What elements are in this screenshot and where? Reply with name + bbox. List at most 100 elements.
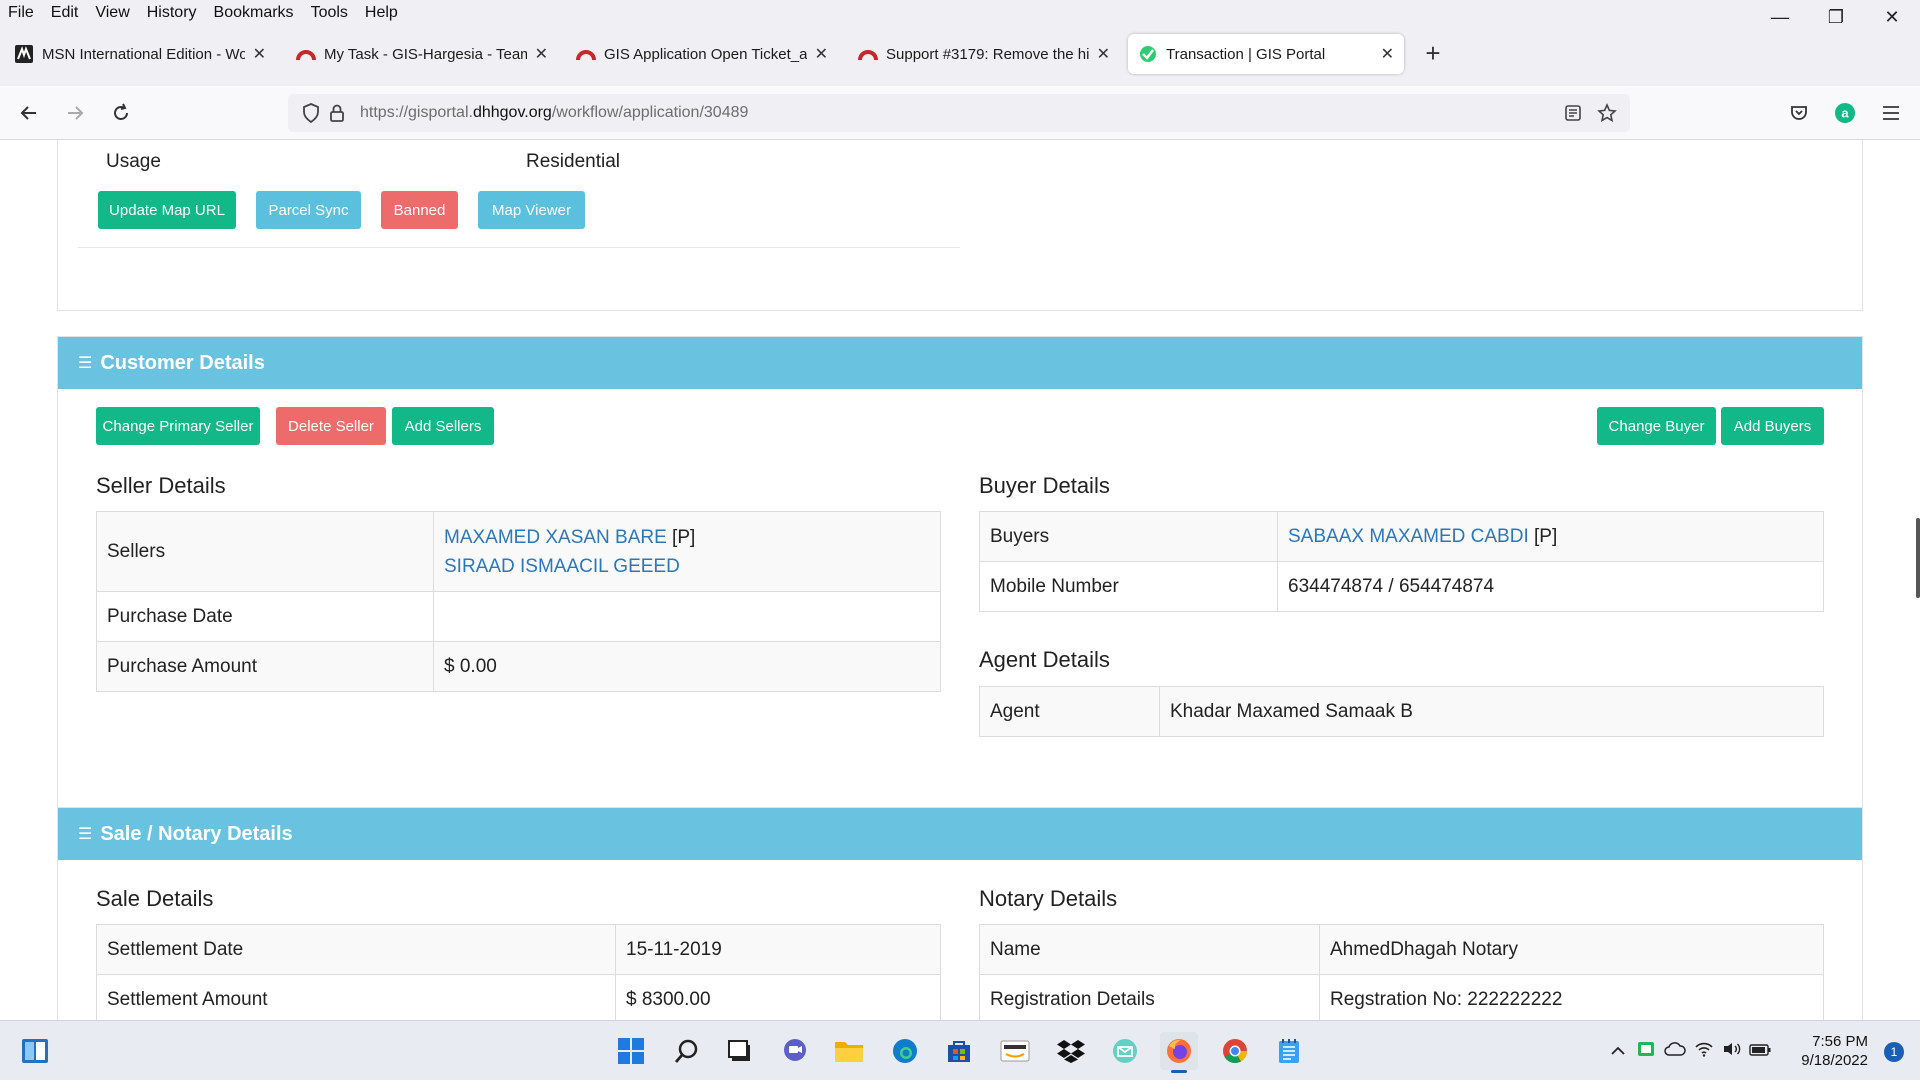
menu-bar: File Edit View History Bookmarks Tools H… bbox=[0, 0, 1920, 26]
volume-icon[interactable] bbox=[1718, 1041, 1746, 1061]
parcel-sync-button[interactable]: Parcel Sync bbox=[256, 191, 361, 229]
account-button[interactable]: a bbox=[1830, 98, 1860, 128]
change-buyer-button[interactable]: Change Buyer bbox=[1597, 407, 1716, 445]
folder-icon bbox=[835, 1042, 863, 1062]
notary-details-title: Notary Details bbox=[979, 886, 1118, 911]
store-button[interactable] bbox=[940, 1032, 978, 1070]
new-tab-button[interactable]: + bbox=[1418, 38, 1448, 69]
tab-title: My Task - GIS-Hargesia - Teams bbox=[324, 45, 527, 63]
reload-button[interactable] bbox=[106, 98, 136, 128]
forward-button[interactable] bbox=[60, 98, 90, 128]
sale-notary-card: ☰ Sale / Notary Details Sale Details Set… bbox=[57, 807, 1863, 1020]
change-primary-seller-button[interactable]: Change Primary Seller bbox=[96, 407, 260, 445]
update-map-url-button[interactable]: Update Map URL bbox=[98, 191, 236, 229]
close-tab-icon[interactable]: ✕ bbox=[1097, 44, 1110, 64]
tab-support[interactable]: Support #3179: Remove the hig ✕ bbox=[848, 34, 1120, 74]
search-button[interactable] bbox=[668, 1032, 706, 1070]
seller-link[interactable]: MAXAMED XASAN BARE bbox=[444, 527, 667, 548]
file-explorer-button[interactable] bbox=[830, 1032, 868, 1070]
cloud-icon[interactable] bbox=[1660, 1042, 1690, 1060]
banned-button[interactable]: Banned bbox=[381, 191, 458, 229]
widgets-button[interactable] bbox=[16, 1032, 54, 1070]
usage-value: Residential bbox=[526, 151, 620, 172]
sale-notary-header: ☰ Sale / Notary Details bbox=[58, 808, 1862, 860]
system-tray bbox=[1604, 1021, 1774, 1080]
lock-icon[interactable] bbox=[324, 100, 350, 126]
close-tab-icon[interactable]: ✕ bbox=[1381, 44, 1394, 64]
close-tab-icon[interactable]: ✕ bbox=[815, 44, 828, 64]
menu-view[interactable]: View bbox=[87, 4, 138, 22]
menu-file[interactable]: File bbox=[0, 4, 43, 22]
menu-edit[interactable]: Edit bbox=[43, 4, 88, 22]
purchase-date-value bbox=[433, 591, 941, 642]
back-button[interactable] bbox=[14, 98, 44, 128]
teams-chat-button[interactable] bbox=[776, 1032, 814, 1070]
mobile-number-label: Mobile Number bbox=[979, 561, 1278, 612]
tab-title: Support #3179: Remove the hig bbox=[886, 45, 1089, 63]
close-tab-icon[interactable]: ✕ bbox=[253, 44, 266, 64]
table-row: Purchase Date bbox=[96, 591, 941, 642]
delete-seller-button[interactable]: Delete Seller bbox=[276, 407, 386, 445]
tab-strip: MSN International Edition - Wor ✕ My Tas… bbox=[0, 26, 1920, 86]
notepad-icon bbox=[1279, 1039, 1299, 1063]
close-tab-icon[interactable]: ✕ bbox=[535, 44, 548, 64]
purchase-amount-value: $ 0.00 bbox=[433, 641, 941, 692]
registration-details-value: Regstration No: 222222222 bbox=[1319, 974, 1824, 1020]
settlement-date-label: Settlement Date bbox=[96, 924, 616, 975]
add-sellers-button[interactable]: Add Sellers bbox=[392, 407, 494, 445]
bookmark-star-icon[interactable] bbox=[1594, 100, 1620, 126]
store-icon bbox=[948, 1041, 970, 1062]
tab-my-task[interactable]: My Task - GIS-Hargesia - Teams ✕ bbox=[286, 34, 558, 74]
list-icon: ☰ bbox=[78, 826, 93, 843]
dropbox-button[interactable] bbox=[1052, 1032, 1090, 1070]
wifi-icon[interactable] bbox=[1690, 1041, 1718, 1061]
url-bar[interactable]: https://gisportal.dhhgov.org/workflow/ap… bbox=[288, 94, 1630, 132]
start-button[interactable] bbox=[612, 1032, 650, 1070]
url-text[interactable]: https://gisportal.dhhgov.org/workflow/ap… bbox=[360, 104, 748, 122]
clock[interactable]: 7:56 PM 9/18/2022 bbox=[1801, 1032, 1868, 1070]
buyers-value: SABAAX MAXAMED CABDI [P] bbox=[1277, 511, 1824, 562]
map-viewer-button[interactable]: Map Viewer bbox=[478, 191, 585, 229]
page-scrollbar[interactable] bbox=[1916, 518, 1920, 598]
purchase-amount-label: Purchase Amount bbox=[96, 641, 434, 692]
reader-view-icon[interactable] bbox=[1560, 100, 1586, 126]
chevron-up-icon[interactable] bbox=[1604, 1043, 1632, 1060]
firefox-button[interactable] bbox=[1160, 1032, 1198, 1073]
settlement-amount-value: $ 8300.00 bbox=[615, 974, 941, 1020]
menu-help[interactable]: Help bbox=[357, 4, 407, 22]
table-row: Settlement Amount $ 8300.00 bbox=[96, 974, 941, 1020]
menu-bookmarks[interactable]: Bookmarks bbox=[206, 4, 303, 22]
menu-history[interactable]: History bbox=[139, 4, 206, 22]
table-row: Sellers MAXAMED XASAN BARE [P] SIRAAD IS… bbox=[96, 511, 941, 592]
task-view-button[interactable] bbox=[722, 1032, 760, 1070]
chrome-button[interactable] bbox=[1216, 1032, 1254, 1070]
tab-title: Transaction | GIS Portal bbox=[1166, 45, 1326, 63]
seller-details-table: Sellers MAXAMED XASAN BARE [P] SIRAAD IS… bbox=[96, 511, 941, 692]
amazon-button[interactable] bbox=[996, 1032, 1034, 1070]
tab-msn[interactable]: MSN International Edition - Wor ✕ bbox=[4, 34, 276, 74]
dropbox-icon bbox=[1057, 1040, 1085, 1063]
taskbar: 7:56 PM 9/18/2022 1 bbox=[0, 1020, 1920, 1080]
tray-app-icon[interactable] bbox=[1632, 1040, 1660, 1062]
edge-button[interactable] bbox=[886, 1032, 924, 1070]
active-app-indicator bbox=[1171, 1070, 1187, 1073]
notepad-button[interactable] bbox=[1270, 1032, 1308, 1070]
add-buyers-button[interactable]: Add Buyers bbox=[1721, 407, 1824, 445]
buyer-link[interactable]: SABAAX MAXAMED CABDI bbox=[1288, 526, 1529, 547]
notary-name-value: AhmedDhagah Notary bbox=[1319, 924, 1824, 975]
tab-open-ticket[interactable]: GIS Application Open Ticket_as ✕ bbox=[566, 34, 838, 74]
property-card: Usage Residential Update Map URL Parcel … bbox=[57, 140, 1863, 311]
app-menu-button[interactable] bbox=[1876, 98, 1906, 128]
pocket-button[interactable] bbox=[1784, 98, 1814, 128]
redmine-icon bbox=[858, 44, 878, 64]
pocket-icon bbox=[1791, 106, 1807, 120]
shield-icon[interactable] bbox=[298, 100, 324, 126]
mail-button[interactable] bbox=[1106, 1032, 1144, 1070]
reload-icon bbox=[114, 103, 128, 120]
tab-title: MSN International Edition - Wor bbox=[42, 45, 245, 63]
battery-icon[interactable] bbox=[1746, 1043, 1774, 1060]
seller-link[interactable]: SIRAAD ISMAACIL GEEED bbox=[444, 556, 680, 577]
menu-tools[interactable]: Tools bbox=[303, 4, 357, 22]
notification-badge[interactable]: 1 bbox=[1884, 1042, 1904, 1062]
tab-transaction[interactable]: Transaction | GIS Portal ✕ bbox=[1128, 34, 1404, 74]
